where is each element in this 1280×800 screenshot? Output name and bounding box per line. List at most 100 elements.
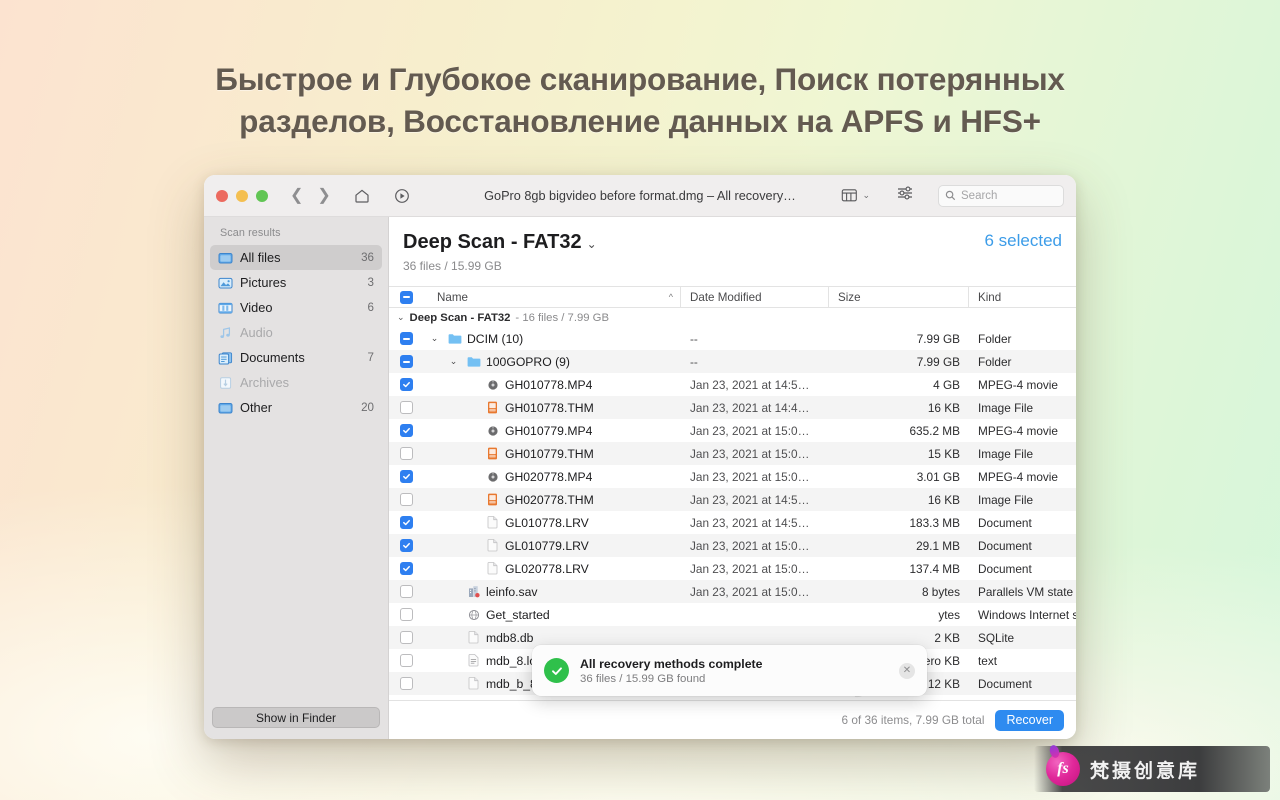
- sidebar-item-all-files[interactable]: All files 36: [210, 245, 382, 270]
- row-checkbox[interactable]: [389, 631, 423, 644]
- sidebar-item-video[interactable]: Video 6: [210, 295, 382, 320]
- table-row[interactable]: GL010778.LRV Jan 23, 2021 at 14:5… 183.3 M…: [389, 511, 1076, 534]
- sidebar-item-label: Documents: [240, 350, 305, 365]
- row-checkbox[interactable]: [389, 608, 423, 621]
- row-checkbox[interactable]: [389, 424, 423, 437]
- table-row[interactable]: GH010779.MP4 Jan 23, 2021 at 15:0… 635.2 M…: [389, 419, 1076, 442]
- cell-name: ⌄ DCIM (10): [423, 332, 681, 346]
- selected-count[interactable]: 6 selected: [985, 231, 1063, 251]
- table-row[interactable]: GH010778.MP4 Jan 23, 2021 at 14:5… 4 GB MPE…: [389, 373, 1076, 396]
- checkbox-mixed: [399, 355, 413, 368]
- cell-size: 3.01 GB: [916, 469, 960, 484]
- maximize-window-button[interactable]: [256, 189, 268, 202]
- chevron-down-icon[interactable]: ⌄: [397, 312, 405, 323]
- file-name: mdb8.db: [486, 630, 534, 645]
- table-row[interactable]: Get_started ytes Windows Internet s: [389, 603, 1076, 626]
- toast-text: All recovery methods complete 36 files /…: [580, 657, 888, 685]
- row-checkbox[interactable]: [389, 654, 423, 667]
- table-row[interactable]: GH020778.THM Jan 23, 2021 at 14:5… 16 KB Im…: [389, 488, 1076, 511]
- table-row[interactable]: GH010779.THM Jan 23, 2021 at 15:0… 15 KB Im…: [389, 442, 1076, 465]
- show-in-finder-button[interactable]: Show in Finder: [212, 707, 380, 728]
- table-row[interactable]: GL020778.LRV Jan 23, 2021 at 15:0… 137.4 M…: [389, 557, 1076, 580]
- row-checkbox[interactable]: [389, 332, 423, 345]
- chevron-down-icon[interactable]: ⌄: [862, 190, 870, 201]
- row-checkbox[interactable]: [389, 447, 423, 460]
- table-row[interactable]: ⌄ DCIM (10) -- 7.99 GB Folder: [389, 327, 1076, 350]
- sidebar-item-audio[interactable]: Audio: [210, 320, 382, 345]
- row-checkbox[interactable]: [389, 401, 423, 414]
- row-checkbox[interactable]: [389, 539, 423, 552]
- checkbox-unchecked: [399, 585, 413, 598]
- sidebar-item-other[interactable]: Other 20: [210, 395, 382, 420]
- cell-size: 7.99 GB: [916, 354, 960, 369]
- minimize-window-button[interactable]: [236, 189, 248, 202]
- checkbox-unchecked: [399, 677, 413, 690]
- toast-subtitle: 36 files / 15.99 GB found: [580, 672, 706, 685]
- column-header-kind[interactable]: Kind: [969, 287, 1076, 307]
- table-row[interactable]: leinfo.sav Jan 23, 2021 at 15:0… 8 bytes Pa…: [389, 580, 1076, 603]
- cell-kind: Parallels VM state i: [978, 584, 1076, 599]
- cell-date-modified: Jan 23, 2021 at 14:4…: [690, 400, 810, 415]
- row-checkbox[interactable]: [389, 562, 423, 575]
- table-row[interactable]: GH020778.MP4 Jan 23, 2021 at 15:0… 3.01 GB…: [389, 465, 1076, 488]
- column-header-name[interactable]: Name ^: [423, 287, 681, 307]
- row-checkbox[interactable]: [389, 355, 423, 368]
- watermark-logo-badge: fs: [1046, 752, 1080, 786]
- cell-date-modified: Jan 23, 2021 at 15:0…: [690, 561, 810, 576]
- cell-name: ⌄ 100GOPRO (9): [423, 355, 681, 369]
- close-window-button[interactable]: [216, 189, 228, 202]
- sidebar-item-archives[interactable]: Archives: [210, 370, 382, 395]
- table-row[interactable]: GL010779.LRV Jan 23, 2021 at 15:0… 29.1 MB…: [389, 534, 1076, 557]
- cell-size: 2 KB: [934, 630, 960, 645]
- chevron-right-icon[interactable]: ❯: [317, 187, 330, 204]
- group-name: Deep Scan - FAT32: [409, 311, 511, 324]
- cell-kind: MPEG-4 movie: [978, 423, 1058, 438]
- sidebar-item-documents[interactable]: Documents 7: [210, 345, 382, 370]
- cell-size: 635.2 MB: [909, 423, 961, 438]
- chevron-down-icon[interactable]: ⌄: [446, 356, 461, 367]
- cell-date-modified: --: [690, 354, 698, 369]
- file-list[interactable]: ⌄ Deep Scan - FAT32 - 16 files / 7.99 GB…: [389, 308, 1076, 700]
- column-header-size[interactable]: Size: [829, 287, 969, 307]
- recover-button[interactable]: Recover: [995, 709, 1064, 731]
- chevron-down-icon[interactable]: ⌄: [427, 333, 442, 344]
- cell-name: GH010779.MP4: [423, 424, 681, 438]
- filter-sliders-icon[interactable]: [896, 185, 914, 206]
- row-checkbox[interactable]: [389, 470, 423, 483]
- row-checkbox[interactable]: [389, 677, 423, 690]
- scan-play-icon[interactable]: [393, 187, 411, 205]
- cell-date-modified: Jan 23, 2021 at 14:5…: [690, 515, 810, 530]
- internet-shortcut-icon: [466, 609, 481, 621]
- folder-blue-icon: [466, 356, 481, 368]
- cell-date-modified: Jan 23, 2021 at 14:5…: [690, 377, 810, 392]
- table-row[interactable]: GH010778.THM Jan 23, 2021 at 14:4… 16 KB Im…: [389, 396, 1076, 419]
- close-icon[interactable]: ✕: [899, 662, 915, 679]
- sidebar: Scan results All files 36 Pictures 3 Video 6 A…: [204, 217, 389, 739]
- cell-kind: Windows Internet s: [978, 607, 1076, 622]
- search-input[interactable]: Search: [938, 184, 1064, 207]
- file-name: DCIM (10): [467, 331, 524, 346]
- image-icon: [485, 401, 500, 414]
- file-name: GL020778.LRV: [505, 561, 589, 576]
- row-checkbox[interactable]: [389, 585, 423, 598]
- table-row[interactable]: ⌄ 100GOPRO (9) -- 7.99 GB Folder: [389, 350, 1076, 373]
- cell-size: 137.4 MB: [909, 561, 961, 576]
- sidebar-item-label: Audio: [240, 325, 273, 340]
- column-header-date[interactable]: Date Modified: [681, 287, 829, 307]
- view-grid-icon[interactable]: ⌄: [841, 188, 870, 203]
- sidebar-item-pictures[interactable]: Pictures 3: [210, 270, 382, 295]
- chevron-left-icon[interactable]: ❮: [290, 187, 303, 204]
- cell-date-modified: Jan 23, 2021 at 15:0…: [690, 469, 810, 484]
- group-row[interactable]: ⌄ Deep Scan - FAT32 - 16 files / 7.99 GB: [389, 308, 1076, 327]
- scan-title-dropdown[interactable]: Deep Scan - FAT32 ⌄: [403, 231, 597, 254]
- row-checkbox[interactable]: [389, 493, 423, 506]
- select-all-checkbox[interactable]: [389, 290, 423, 304]
- cell-name: Get_started: [423, 608, 681, 622]
- chevron-down-icon[interactable]: ⌄: [587, 237, 597, 251]
- video-icon: [217, 300, 233, 316]
- row-checkbox[interactable]: [389, 516, 423, 529]
- sidebar-item-label: All files: [240, 250, 281, 265]
- home-icon[interactable]: [353, 187, 371, 205]
- cell-name: GH020778.MP4: [423, 470, 681, 484]
- row-checkbox[interactable]: [389, 378, 423, 391]
